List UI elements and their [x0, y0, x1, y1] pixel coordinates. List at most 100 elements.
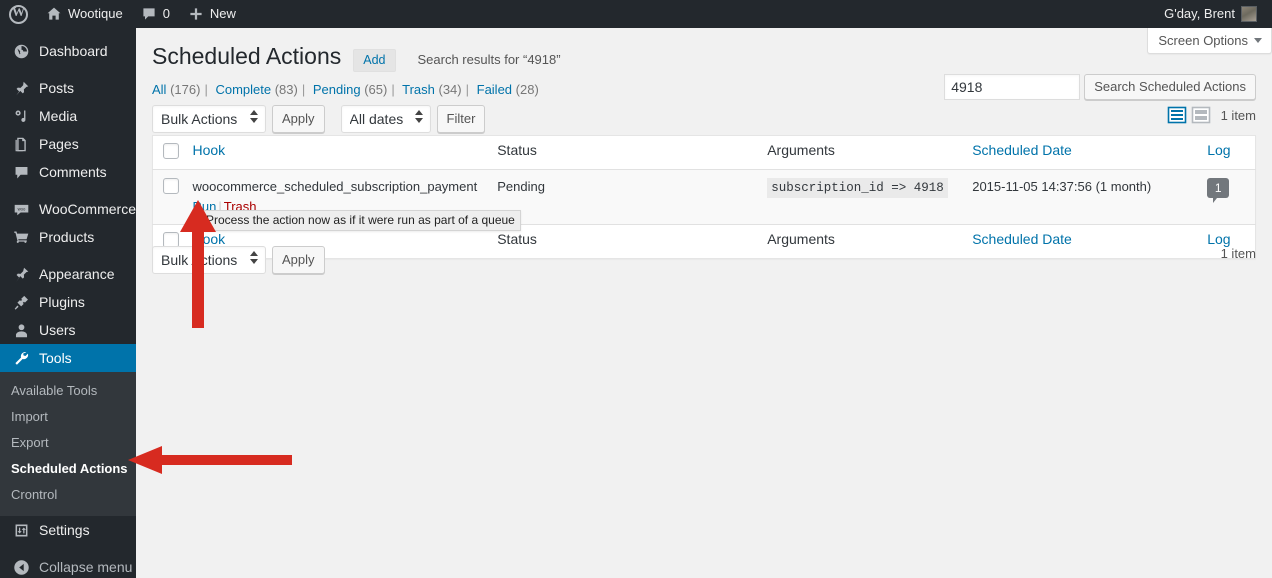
- select-all-header: [153, 136, 183, 170]
- user-icon: [11, 322, 31, 339]
- submenu-item-import[interactable]: Import: [0, 404, 136, 430]
- column-header-log-label[interactable]: Log: [1207, 142, 1230, 158]
- filter-link-complete[interactable]: Complete: [215, 82, 271, 97]
- screen-options-toggle[interactable]: Screen Options: [1147, 28, 1272, 54]
- home-icon: [46, 6, 62, 23]
- sidebar-item-label: WooCommerce: [39, 201, 136, 217]
- arguments-value: subscription_id => 4918: [767, 178, 948, 198]
- sidebar-item-label: Pages: [39, 136, 79, 152]
- sidebar-item-media[interactable]: Media: [0, 102, 136, 130]
- new-content-menu[interactable]: New: [179, 0, 245, 28]
- sidebar-item-appearance[interactable]: Appearance: [0, 260, 136, 288]
- column-header-hook-label[interactable]: Hook: [193, 142, 226, 158]
- sidebar-item-users[interactable]: Users: [0, 316, 136, 344]
- cell-status: Pending: [487, 170, 757, 225]
- column-header-status-label: Status: [497, 142, 537, 158]
- bulk-actions-select-bottom[interactable]: Bulk Actions: [152, 246, 266, 274]
- sidebar-item-dashboard[interactable]: Dashboard: [0, 37, 136, 65]
- plugin-icon: [11, 294, 31, 311]
- filter-button[interactable]: Filter: [436, 105, 486, 133]
- content-area: Screen Options Scheduled Actions Add Sea…: [136, 28, 1272, 578]
- column-header-log[interactable]: Log: [1197, 136, 1255, 170]
- sidebar-item-pages[interactable]: Pages: [0, 130, 136, 158]
- status-filter-links: All (176) | Complete (83) | Pending (65) | …: [152, 81, 539, 98]
- dashboard-icon: [11, 43, 31, 60]
- bulk-actions-select-wrap-bottom: Bulk Actions: [152, 246, 266, 274]
- apply-button-bottom[interactable]: Apply: [272, 246, 325, 274]
- wordpress-logo-menu[interactable]: [0, 0, 37, 28]
- admin-bar-left: Wootique 0 New: [0, 0, 245, 28]
- bulk-actions-select-top[interactable]: Bulk Actions: [152, 105, 266, 133]
- filter-link-failed[interactable]: Failed: [477, 82, 512, 97]
- search-submit-button[interactable]: Search Scheduled Actions: [1084, 74, 1256, 100]
- row-select-cell: [153, 170, 183, 225]
- menu-spacer: [0, 186, 136, 195]
- log-count-badge[interactable]: 1: [1207, 178, 1230, 203]
- column-header-hook[interactable]: Hook: [183, 136, 488, 170]
- sidebar-item-settings[interactable]: Settings: [0, 516, 136, 544]
- submenu-item-crontrol[interactable]: Crontrol: [0, 482, 136, 508]
- search-input[interactable]: [944, 74, 1081, 100]
- sidebar-item-posts[interactable]: Posts: [0, 74, 136, 102]
- table-head: Hook Status Arguments Scheduled Date Log: [152, 136, 1256, 170]
- sidebar-item-tools[interactable]: Tools: [0, 344, 144, 372]
- row-checkbox[interactable]: [163, 178, 179, 194]
- bulk-actions-select-wrap: Bulk Actions: [152, 105, 266, 133]
- menu-spacer: [0, 65, 136, 74]
- filter-link-pending[interactable]: Pending: [313, 82, 361, 97]
- filter-link-trash[interactable]: Trash: [402, 82, 435, 97]
- brush-icon: [11, 266, 31, 283]
- comment-icon: [11, 164, 31, 181]
- scheduled-date-value: 2015-11-05 14:37:56 (1 month): [972, 179, 1152, 194]
- submenu-item-scheduled-actions[interactable]: Scheduled Actions: [0, 456, 136, 482]
- excerpt-view-icon[interactable]: [1191, 105, 1211, 125]
- column-footer-log-label[interactable]: Log: [1207, 231, 1230, 247]
- menu-spacer: [0, 544, 136, 553]
- date-filter-select[interactable]: All dates: [340, 105, 431, 133]
- separator: |: [391, 82, 395, 97]
- column-header-scheduled-date-label[interactable]: Scheduled Date: [972, 142, 1072, 158]
- sidebar-item-label: Media: [39, 108, 78, 124]
- pin-icon: [11, 80, 31, 97]
- collapse-menu-button[interactable]: Collapse menu: [0, 553, 136, 578]
- media-icon: [11, 108, 31, 125]
- my-account-menu[interactable]: G'day, Brent: [1155, 0, 1266, 28]
- sidebar-item-label: Tools: [39, 350, 72, 366]
- filter-count-complete: (83): [274, 82, 298, 97]
- tablenav-bottom-left: Bulk Actions Apply: [152, 246, 325, 274]
- chevron-down-icon: [1254, 38, 1262, 43]
- column-footer-scheduled-date-label[interactable]: Scheduled Date: [972, 231, 1072, 247]
- sidebar-item-woocommerce[interactable]: woo WooCommerce: [0, 195, 136, 223]
- settings-icon: [11, 522, 31, 539]
- filter-count-failed: (28): [515, 82, 539, 97]
- filter-link-all[interactable]: All: [152, 82, 166, 97]
- sidebar-item-plugins[interactable]: Plugins: [0, 288, 136, 316]
- site-name-menu[interactable]: Wootique: [37, 0, 132, 28]
- list-view-icon[interactable]: [1167, 105, 1187, 125]
- sidebar-item-products[interactable]: Products: [0, 223, 136, 251]
- scheduled-actions-table: Hook Status Arguments Scheduled Date Log: [152, 135, 1256, 259]
- collapse-menu-label: Collapse menu: [39, 559, 133, 575]
- comments-menu[interactable]: 0: [132, 0, 179, 28]
- displaying-num-bottom: 1 item: [1220, 246, 1256, 261]
- tablenav-top: Bulk Actions Apply All dates Filter 1 it…: [152, 105, 1256, 135]
- menu-spacer: [0, 28, 136, 37]
- column-header-scheduled-date[interactable]: Scheduled Date: [962, 136, 1197, 170]
- woocommerce-icon: woo: [11, 201, 31, 218]
- pages-icon: [11, 136, 31, 153]
- submenu-item-available-tools[interactable]: Available Tools: [0, 378, 136, 404]
- add-button[interactable]: Add: [353, 49, 396, 72]
- select-all-checkbox[interactable]: [163, 143, 179, 159]
- cell-scheduled-date: 2015-11-05 14:37:56 (1 month): [962, 170, 1197, 225]
- submenu-item-export[interactable]: Export: [0, 430, 136, 456]
- separator: |: [204, 82, 208, 97]
- column-footer-hook-label[interactable]: Hook: [193, 231, 226, 247]
- admin-bar-right: G'day, Brent: [1155, 0, 1266, 28]
- sidebar-item-label: Settings: [39, 522, 90, 538]
- comment-count: 0: [162, 6, 170, 21]
- apply-button-top[interactable]: Apply: [272, 105, 325, 133]
- plus-icon: [188, 6, 204, 23]
- separator: |: [465, 82, 469, 97]
- sidebar-item-comments[interactable]: Comments: [0, 158, 136, 186]
- wordpress-logo-icon: [9, 4, 28, 24]
